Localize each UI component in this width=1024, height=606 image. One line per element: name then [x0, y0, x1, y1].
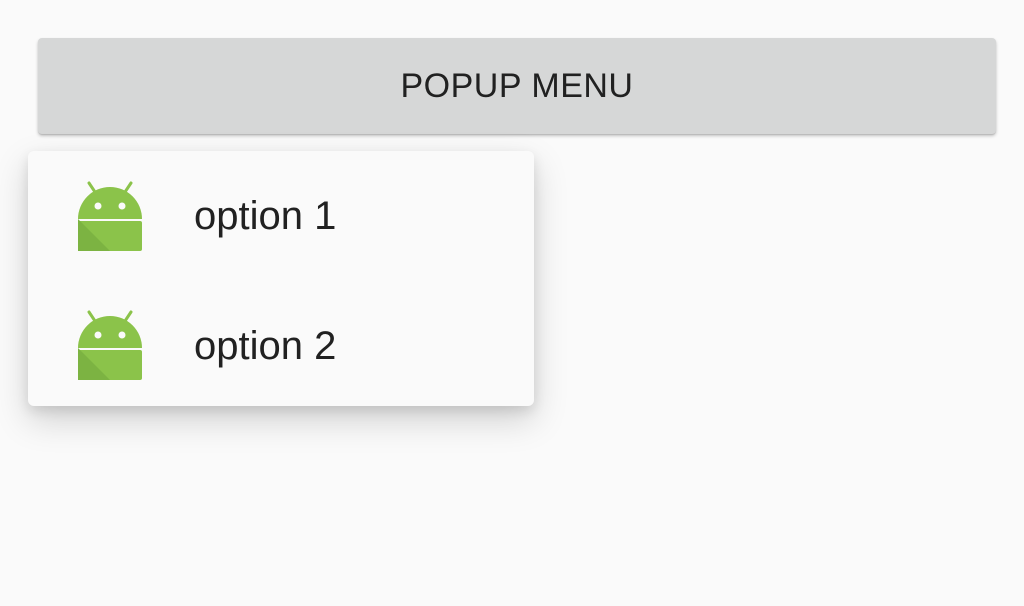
menu-item-option-2[interactable]: option 2	[28, 281, 534, 409]
android-icon	[76, 308, 144, 382]
menu-item-label: option 2	[194, 324, 337, 368]
menu-item-option-1[interactable]: option 1	[28, 151, 534, 281]
android-icon	[76, 179, 144, 253]
menu-item-label: option 1	[194, 194, 337, 238]
popup-menu-button-label: POPUP MENU	[400, 66, 634, 105]
popup-menu-button[interactable]: POPUP MENU	[38, 38, 996, 134]
popup-menu: option 1 option 2	[28, 151, 534, 406]
